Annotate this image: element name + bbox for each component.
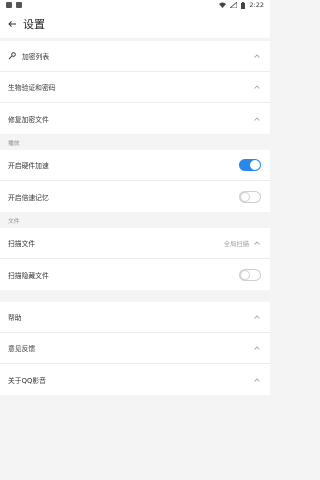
settings-item-label: 意见反馈: [8, 345, 36, 353]
section-header-files: 文件: [0, 212, 270, 228]
section-playback: 开启硬件加速 开启倍速记忆: [0, 150, 270, 212]
section-help: 帮助 意见反馈 关于QQ影音: [0, 302, 270, 395]
chevron-up-icon: [253, 376, 261, 384]
settings-item-about[interactable]: 关于QQ影音: [0, 364, 270, 395]
chevron-up-icon: [253, 83, 261, 91]
key-icon: [8, 52, 16, 60]
wifi-icon: [219, 2, 227, 8]
battery-icon: [241, 1, 246, 9]
toggle-knob: [250, 160, 260, 170]
back-arrow-icon[interactable]: [7, 19, 17, 29]
settings-item-label: 帮助: [8, 314, 22, 322]
chevron-up-icon: [253, 115, 261, 123]
app-bar: 设置: [0, 10, 270, 38]
settings-item-encrypted-list[interactable]: 加密列表: [0, 41, 270, 72]
gallery-notification-icon: [6, 2, 12, 8]
section-header-playback: 播放: [0, 134, 270, 150]
settings-item-label: 关于QQ影音: [8, 376, 46, 385]
settings-item-label: 生物验证和密码: [8, 84, 56, 92]
settings-item-label: 修复加密文件: [8, 115, 49, 124]
app-notification-icon: [16, 2, 22, 8]
settings-item-label: 开启硬件加速: [8, 162, 49, 170]
page-title: 设置: [23, 18, 45, 31]
status-bar: 2:22: [0, 0, 270, 10]
settings-item-feedback[interactable]: 意见反馈: [0, 333, 270, 364]
section-encryption: 加密列表 生物验证和密码 修复加密文件: [0, 41, 270, 134]
settings-item-help[interactable]: 帮助: [0, 302, 270, 333]
settings-item-scan-files[interactable]: 扫描文件 全局扫描: [0, 228, 270, 259]
settings-item-biometric-password[interactable]: 生物验证和密码: [0, 72, 270, 103]
chevron-up-icon: [253, 239, 261, 247]
hardware-acceleration-toggle[interactable]: [239, 159, 261, 171]
settings-item-repair-encrypted[interactable]: 修复加密文件: [0, 103, 270, 134]
status-time: 2:22: [249, 1, 264, 9]
chevron-up-icon: [253, 344, 261, 352]
settings-item-label: 扫描隐藏文件: [8, 271, 49, 280]
settings-item-label: 扫描文件: [8, 240, 36, 248]
signal-icon: [230, 2, 238, 8]
chevron-up-icon: [253, 52, 261, 60]
toggle-knob: [240, 269, 250, 280]
speed-memory-toggle[interactable]: [239, 190, 261, 203]
status-left: [6, 2, 22, 8]
section-files: 扫描文件 全局扫描 扫描隐藏文件: [0, 228, 270, 290]
settings-item-hardware-acceleration[interactable]: 开启硬件加速: [0, 150, 270, 181]
scan-hidden-files-toggle[interactable]: [239, 268, 261, 281]
settings-item-label: 开启倍速记忆: [8, 193, 49, 202]
scan-mode-value: 全局扫描: [223, 240, 249, 248]
settings-item-label: 加密列表: [22, 53, 50, 61]
settings-item-speed-memory[interactable]: 开启倍速记忆: [0, 181, 270, 212]
settings-item-scan-hidden-files[interactable]: 扫描隐藏文件: [0, 259, 270, 290]
toggle-knob: [240, 191, 250, 202]
divider: [0, 290, 270, 302]
chevron-up-icon: [253, 313, 261, 321]
status-right: 2:22: [219, 1, 264, 9]
